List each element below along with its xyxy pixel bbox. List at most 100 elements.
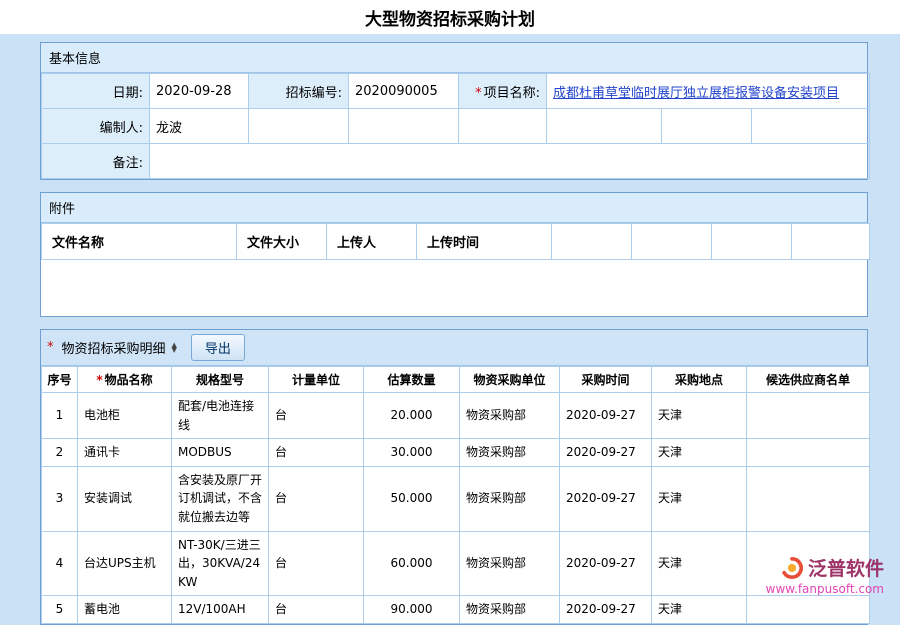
info-empty-cell (349, 109, 459, 144)
table-row: 备注: (42, 144, 870, 179)
info-empty-cell (752, 109, 870, 144)
page-header: 大型物资招标采购计划 (0, 0, 900, 34)
attachment-col-header: 上传人 (327, 224, 417, 260)
detail-cell: 2020-09-27 (560, 393, 652, 439)
attachment-col-header: 文件名称 (42, 224, 237, 260)
detail-cell: 台 (269, 531, 364, 596)
detail-section-title: 物资招标采购明细 (62, 338, 166, 357)
detail-cell (747, 393, 870, 439)
detail-body: 1电池柜配套/电池连接线台20.000物资采购部2020-09-27天津2通讯卡… (42, 393, 870, 624)
export-button[interactable]: 导出 (191, 334, 245, 361)
content-area: 基本信息 日期: 2020-09-28 招标编号: 2020090005 *项目… (0, 34, 900, 625)
table-row: 2通讯卡MODBUS台30.000物资采购部2020-09-27天津 (42, 439, 870, 467)
detail-cell: 电池柜 (78, 393, 172, 439)
detail-cell: 2020-09-27 (560, 531, 652, 596)
attachment-col-header (712, 224, 792, 260)
date-value: 2020-09-28 (150, 74, 249, 109)
detail-cell: 物资采购部 (460, 531, 560, 596)
attachment-col-header: 上传时间 (417, 224, 552, 260)
table-row: 日期: 2020-09-28 招标编号: 2020090005 *项目名称: 成… (42, 74, 870, 109)
attachment-col-header (552, 224, 632, 260)
basic-info-table: 日期: 2020-09-28 招标编号: 2020090005 *项目名称: 成… (41, 73, 870, 179)
detail-table: 序号*物品名称规格型号计量单位估算数量物资采购单位采购时间采购地点候选供应商名单… (41, 366, 870, 624)
detail-cell: 60.000 (364, 531, 460, 596)
author-value: 龙波 (150, 109, 249, 144)
detail-cell: 4 (42, 531, 78, 596)
detail-cell: 3 (42, 466, 78, 531)
detail-cell (747, 439, 870, 467)
bid-no-label: 招标编号: (249, 74, 349, 109)
detail-col-header: 规格型号 (172, 367, 269, 393)
detail-cell: 配套/电池连接线 (172, 393, 269, 439)
page-title: 大型物资招标采购计划 (365, 5, 535, 30)
brand-name: 泛普软件 (808, 554, 884, 581)
detail-col-header: 候选供应商名单 (747, 367, 870, 393)
required-mark: * (475, 86, 482, 101)
detail-cell: 天津 (652, 439, 747, 467)
brand-url: www.fanpusoft.com (766, 582, 884, 596)
detail-cell: 通讯卡 (78, 439, 172, 467)
detail-cell: 1 (42, 393, 78, 439)
detail-cell: 台 (269, 439, 364, 467)
info-empty-cell (459, 109, 547, 144)
detail-cell: 含安装及原厂开订机调试，不含就位搬去边等 (172, 466, 269, 531)
detail-header-row: 序号*物品名称规格型号计量单位估算数量物资采购单位采购时间采购地点候选供应商名单 (42, 367, 870, 393)
detail-cell: 物资采购部 (460, 466, 560, 531)
brand-watermark: 泛普软件 www.fanpusoft.com (766, 554, 884, 596)
detail-toolbar: * 物资招标采购明细 ▲▼ 导出 (41, 330, 867, 366)
date-label: 日期: (42, 74, 150, 109)
table-row: 1电池柜配套/电池连接线台20.000物资采购部2020-09-27天津 (42, 393, 870, 439)
detail-panel: * 物资招标采购明细 ▲▼ 导出 序号*物品名称规格型号计量单位估算数量物资采购… (40, 329, 868, 625)
detail-cell: 台 (269, 393, 364, 439)
detail-cell: NT-30K/三进三出，30KVA/24KW (172, 531, 269, 596)
detail-cell: 2020-09-27 (560, 439, 652, 467)
table-row: 3安装调试含安装及原厂开订机调试，不含就位搬去边等台50.000物资采购部202… (42, 466, 870, 531)
attachments-header-row: 文件名称文件大小上传人上传时间 (42, 224, 870, 260)
info-empty-cell (249, 109, 349, 144)
detail-cell: 物资采购部 (460, 439, 560, 467)
required-mark: * (47, 340, 54, 355)
project-name-link[interactable]: 成都杜甫草堂临时展厅独立展柜报警设备安装项目 (553, 86, 839, 101)
info-empty-cell (662, 109, 752, 144)
author-label: 编制人: (42, 109, 150, 144)
project-label-text: 项目名称: (484, 86, 540, 101)
detail-cell: 30.000 (364, 439, 460, 467)
sort-toggle-icon[interactable]: ▲▼ (172, 343, 177, 353)
detail-col-header: 采购时间 (560, 367, 652, 393)
required-mark: * (96, 373, 102, 387)
attachments-panel: 附件 文件名称文件大小上传人上传时间 (40, 192, 868, 317)
detail-cell (747, 466, 870, 531)
detail-col-header: 采购地点 (652, 367, 747, 393)
bid-no-value: 2020090005 (349, 74, 459, 109)
detail-col-header: 物资采购单位 (460, 367, 560, 393)
detail-cell: MODBUS (172, 439, 269, 467)
detail-col-header: 序号 (42, 367, 78, 393)
detail-cell: 天津 (652, 531, 747, 596)
info-empty-cell (547, 109, 662, 144)
detail-col-header: 计量单位 (269, 367, 364, 393)
detail-cell: 台 (269, 466, 364, 531)
fanpu-logo-icon (781, 557, 803, 579)
project-label: *项目名称: (459, 74, 547, 109)
detail-cell: 50.000 (364, 466, 460, 531)
detail-cell: 天津 (652, 466, 747, 531)
attachment-col-header: 文件大小 (237, 224, 327, 260)
attachments-section-title: 附件 (41, 193, 867, 223)
detail-cell: 安装调试 (78, 466, 172, 531)
detail-cell: 2 (42, 439, 78, 467)
detail-cell: 天津 (652, 393, 747, 439)
detail-cell: 台达UPS主机 (78, 531, 172, 596)
attachment-col-header (632, 224, 712, 260)
table-row: 4台达UPS主机NT-30K/三进三出，30KVA/24KW台60.000物资采… (42, 531, 870, 596)
basic-info-panel: 基本信息 日期: 2020-09-28 招标编号: 2020090005 *项目… (40, 42, 868, 180)
attachment-col-header (792, 224, 870, 260)
detail-col-header: 估算数量 (364, 367, 460, 393)
detail-cell: 2020-09-27 (560, 466, 652, 531)
remark-label: 备注: (42, 144, 150, 179)
basic-info-section-title: 基本信息 (41, 43, 867, 73)
project-value-cell: 成都杜甫草堂临时展厅独立展柜报警设备安装项目 (547, 74, 870, 109)
detail-col-header: *物品名称 (78, 367, 172, 393)
detail-cell: 20.000 (364, 393, 460, 439)
table-row: 编制人: 龙波 (42, 109, 870, 144)
attachments-empty-area (41, 260, 867, 316)
